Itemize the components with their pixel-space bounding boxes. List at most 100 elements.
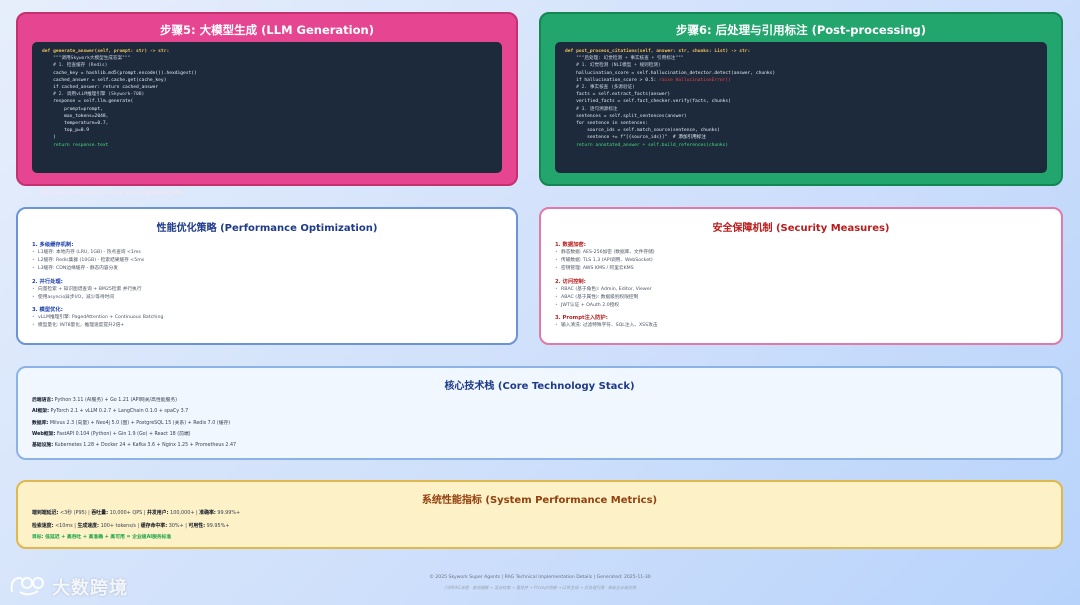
- tech-stack-line: 数据库: Milvus 2.3 (向量) + Neo4j 5.0 (图) + P…: [32, 418, 1047, 429]
- code-line-text: # 1. 幻觉检测 (NLI模型 + 规则检测): [565, 63, 661, 69]
- code-line: sentence += f"[{source_ids}]" # 添加引用标注: [565, 134, 1037, 141]
- code-line-text: response = self.llm.generate(: [42, 99, 134, 105]
- tech-stack-value: FastAPI 0.104 (Python) + Gin 1.9 (Go) + …: [55, 431, 191, 437]
- list-item: 使用asyncio异步I/O，减少等待时间: [32, 294, 502, 302]
- step5-card: 步骤5: 大模型生成 (LLM Generation) def generate…: [16, 12, 518, 196]
- tech-stack-value: Milvus 2.3 (向量) + Neo4j 5.0 (图) + Postgr…: [48, 420, 231, 426]
- tech-stack-line: Web框架: FastAPI 0.104 (Python) + Gin 1.9 …: [32, 429, 1047, 440]
- code-line: sentences = self.split_sentences(answer): [565, 113, 1037, 120]
- step6-title: 步骤6: 后处理与引用标注 (Post-processing): [675, 23, 927, 37]
- code-line-highlight: raise HallucinationError(): [659, 77, 731, 83]
- metric-value: <10ms |: [53, 522, 78, 529]
- code-line: def post_process_citations(self, answer:…: [565, 48, 1037, 55]
- watermark-text: 大数跨境: [52, 578, 128, 599]
- metrics-line-1: 端到端延迟: <3秒 (P95) | 吞吐量: 10,000+ QPS | 并发…: [32, 507, 1047, 520]
- code-line-text: def post_process_citations(self, answer:…: [565, 49, 751, 54]
- code-line: hallucination_score = self.hallucination…: [565, 70, 1037, 77]
- code-line-text: # 2. 调用vLLM推理引擎 (Skywork-70B): [42, 92, 145, 98]
- metric-value: 100+ tokens/s |: [99, 522, 141, 529]
- code-line-text: source_ids = self.match_source(sentence,…: [565, 128, 720, 134]
- code-line: response = self.llm.generate(: [42, 98, 492, 105]
- tech-stack-value: Python 3.11 (AI服务) + Go 1.21 (API网关/高性能服…: [53, 398, 178, 403]
- metrics-body: 端到端延迟: <3秒 (P95) | 吞吐量: 10,000+ QPS | 并发…: [32, 507, 1047, 544]
- performance-body: 1. 多级缓存机制:L1缓存: 本地内存 (LRU, 1GB) - 热点查询 <…: [32, 237, 502, 331]
- code-line: verified_facts = self.fact_checker.verif…: [565, 98, 1037, 105]
- code-line-text: facts = self.extract_facts(answer): [565, 92, 671, 98]
- code-line: facts = self.extract_facts(answer): [565, 91, 1037, 98]
- tech-stack-label: 基础设施:: [32, 443, 54, 449]
- list-item: L1缓存: 本地内存 (LRU, 1GB) - 热点查询 <1ms: [32, 249, 502, 257]
- step5-title: 步骤5: 大模型生成 (LLM Generation): [160, 23, 374, 37]
- code-line: # 2. 调用vLLM推理引擎 (Skywork-70B): [42, 91, 492, 98]
- code-line-text: prompt=prompt,: [42, 106, 103, 112]
- tech-stack-label: 后端语言:: [32, 398, 54, 403]
- metric-label: 并发用户:: [147, 510, 169, 516]
- code-line-text: verified_facts = self.fact_checker.verif…: [565, 99, 731, 105]
- code-line-text: cached_answer = self.cache.get(cache_key…: [42, 77, 167, 83]
- code-line-text: """后处理: 幻觉检测 + 事实核查 + 引用标注""": [565, 56, 684, 62]
- code-line-text: hallucination_score = self.hallucination…: [565, 70, 776, 76]
- list-item: 传输数据: TLS 1.3 (API调用、WebSocket): [555, 257, 1047, 265]
- metric-value: <3秒 (P95) |: [58, 510, 92, 516]
- metric-label: 准确率:: [199, 510, 216, 516]
- section-heading: 1. 数据加密:: [555, 242, 586, 248]
- metric-value: 30%+ |: [167, 522, 189, 529]
- section-heading: 2. 并行处理:: [32, 278, 63, 285]
- code-line: # 2. 事实核查 (多源验证): [565, 84, 1037, 91]
- code-line-text: cache_key = hashlib.md5(prompt.encode())…: [42, 70, 197, 76]
- section-heading: 2. 访问控制:: [555, 278, 586, 285]
- tech-stack-body: 后端语言: Python 3.11 (AI服务) + Go 1.21 (API网…: [32, 395, 1047, 451]
- list-item: JWT认证 + OAuth 2.0授权: [555, 302, 1047, 310]
- code-line: """调用Skywork大模型生成答案""": [42, 55, 492, 62]
- list-item: ABAC (基于属性): 数据级别权限控制: [555, 294, 1047, 302]
- security-body: 1. 数据加密:静态数据: AES-256加密 (数据库、文件存储)传输数据: …: [555, 237, 1047, 331]
- performance-title: 性能优化策略 (Performance Optimization): [156, 223, 378, 234]
- code-line: max_tokens=2048,: [42, 113, 492, 120]
- code-line-text: """调用Skywork大模型生成答案""": [42, 56, 131, 62]
- metric-label: 端到端延迟:: [32, 510, 59, 516]
- code-line: if hallucination_score > 0.5: raise Hall…: [565, 77, 1037, 84]
- code-line: return response.text: [42, 142, 492, 149]
- code-line-text: # 3. 逐句溯源标注: [565, 106, 618, 112]
- footer-text: © 2025 Skywork Super Agents | RAG Techni…: [429, 575, 651, 580]
- step6-code-block: def post_process_citations(self, answer:…: [555, 42, 1047, 173]
- code-line: ): [42, 134, 492, 141]
- metric-value: 100,000+ |: [168, 510, 200, 516]
- list-item: 输入清洗: 过滤特殊字符、SQL注入、XSS攻击: [555, 322, 1047, 330]
- code-line-text: # 2. 事实核查 (多源验证): [565, 85, 635, 91]
- tech-stack-label: Web框架:: [32, 431, 56, 437]
- tech-stack-value: Kubernetes 1.28 + Docker 24 + Kafka 3.6 …: [53, 443, 237, 449]
- code-line: prompt=prompt,: [42, 106, 492, 113]
- performance-card: 性能优化策略 (Performance Optimization) 1. 多级缓…: [16, 207, 518, 345]
- code-line: cached_answer = self.cache.get(cache_key…: [42, 77, 492, 84]
- list-item: 静态数据: AES-256加密 (数据库、文件存储): [555, 249, 1047, 257]
- code-line: cache_key = hashlib.md5(prompt.encode())…: [42, 70, 492, 77]
- metric-label: 检索速度:: [32, 522, 54, 529]
- section-heading: 1. 多级缓存机制:: [32, 242, 74, 248]
- code-line: temperature=0.7,: [42, 120, 492, 127]
- security-card: 安全保障机制 (Security Measures) 1. 数据加密:静态数据:…: [539, 207, 1063, 345]
- footer-subtext: 六阶RAG流程 · 查询理解 → 混合检索 → 重排序 → Prompt构建 →…: [443, 585, 637, 590]
- code-line-text: top_p=0.9: [42, 128, 90, 134]
- section-heading: 3. Prompt注入防护:: [555, 315, 608, 322]
- metrics-line-2: 检索速度: <10ms | 生成速度: 100+ tokens/s | 缓存命中…: [32, 520, 1047, 533]
- watermark: 大数跨境: [8, 572, 128, 602]
- metric-value: 99.95%+: [205, 522, 230, 529]
- list-item: L3缓存: CDN边缘缓存 - 静态内容分发: [32, 265, 502, 273]
- section-heading: 3. 模型优化:: [32, 307, 63, 314]
- list-item: vLLM推理引擎: PagedAttention + Continuous Ba…: [32, 314, 502, 322]
- metric-label: 可用性:: [188, 522, 206, 529]
- code-line-text: return response.text: [42, 142, 109, 148]
- security-title: 安全保障机制 (Security Measures): [712, 223, 890, 234]
- code-line-text: temperature=0.7,: [42, 121, 109, 127]
- code-line: top_p=0.9: [42, 127, 492, 134]
- tech-stack-title: 核心技术栈 (Core Technology Stack): [444, 381, 635, 392]
- list-item: 模型量化: INT8量化，推理速度提升2倍+: [32, 322, 502, 330]
- tech-stack-value: PyTorch 2.1 + vLLM 0.2.7 + LangChain 0.1…: [49, 409, 189, 415]
- code-line: source_ids = self.match_source(sentence,…: [565, 127, 1037, 134]
- step5-footnote: 性能: 100+ tokens/s | 延迟: <3s | 并发: 1000+ …: [42, 191, 184, 196]
- code-line-text: ): [42, 135, 56, 141]
- tech-stack-line: 基础设施: Kubernetes 1.28 + Docker 24 + Kafk…: [32, 440, 1047, 451]
- code-line-text: return annotated_answer + self.build_ref…: [565, 142, 729, 148]
- metric-label: 吞吐量:: [91, 510, 109, 516]
